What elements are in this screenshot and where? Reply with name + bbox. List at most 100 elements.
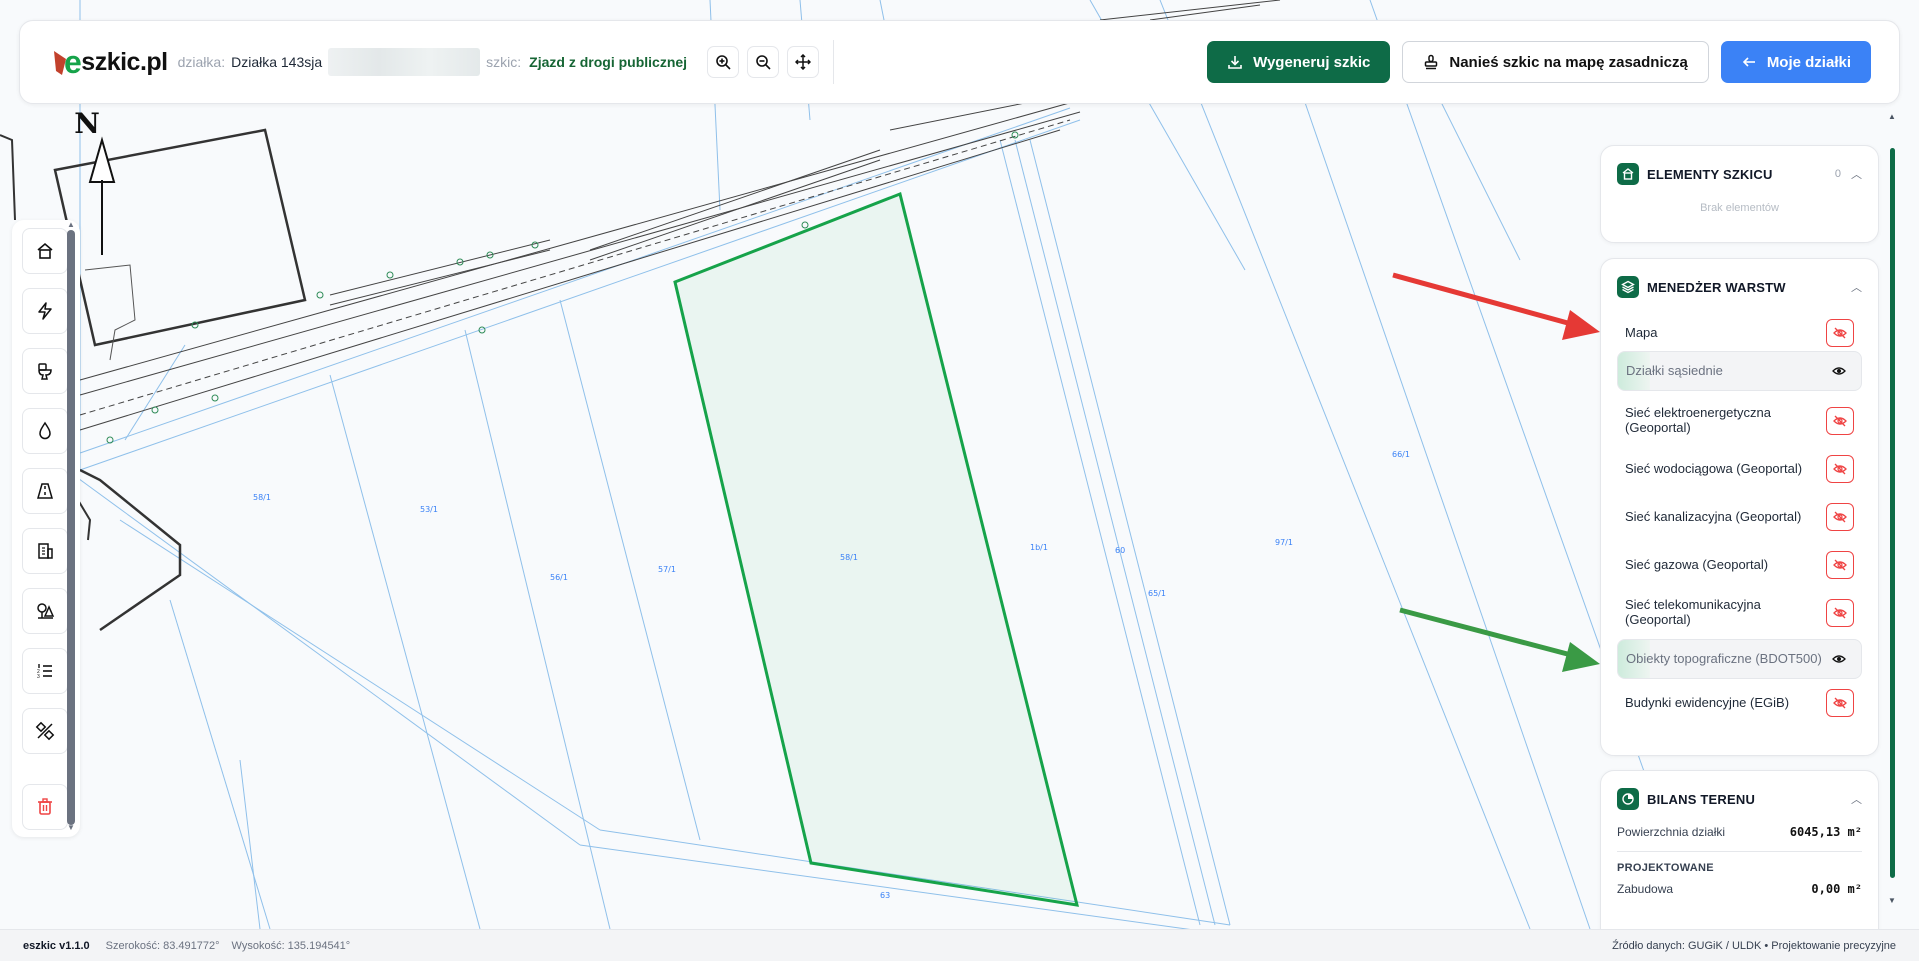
terrain-balance-panel: BILANS TERENU ︿ Powierzchnia działki 604…	[1600, 770, 1879, 950]
parcel-number-label: 65/1	[1148, 589, 1166, 598]
scroll-down-icon[interactable]: ▼	[1888, 896, 1896, 905]
eye-off-icon[interactable]	[1826, 455, 1854, 483]
ruler-pencil-icon	[35, 721, 55, 741]
eye-icon[interactable]	[1825, 357, 1853, 385]
eye-off-icon[interactable]	[1826, 503, 1854, 531]
layer-name: Działki sąsiednie	[1626, 362, 1723, 378]
scroll-down-icon[interactable]: ▼	[67, 823, 75, 832]
tool-building[interactable]	[22, 528, 68, 574]
eye-off-icon[interactable]	[1826, 319, 1854, 347]
layer-name: Sieć telekomunikacyjna (Geoportal)	[1625, 597, 1761, 627]
pan-button[interactable]	[787, 46, 820, 78]
status-bar: eszkic v1.1.0 Szerokość: 83.491772° Wyso…	[0, 929, 1919, 961]
zoom-out-button[interactable]	[747, 46, 780, 78]
layers-icon	[1617, 276, 1639, 298]
sketch-elements-header[interactable]: ELEMENTY SZKICU 0 ︿	[1601, 146, 1878, 202]
north-label: N	[74, 107, 100, 140]
parcel-value: Działka 143sja	[231, 54, 323, 70]
layer-item[interactable]: Obiekty topograficzne (BDOT500)	[1617, 639, 1862, 679]
logo-prefix: e	[64, 43, 82, 80]
parcel-area-value: 6045,13 m²	[1789, 825, 1862, 839]
move-icon	[795, 54, 812, 70]
layer-item[interactable]: Sieć elektroenergetyczna (Geoportal)	[1617, 395, 1862, 447]
layer-name: Mapa	[1625, 324, 1658, 340]
data-source: Źródło danych: GUGiK / ULDK • Projektowa…	[1612, 939, 1896, 952]
building-icon	[38, 543, 53, 559]
my-parcels-button[interactable]: Moje działki	[1720, 41, 1871, 83]
projected-section-title: PROJEKTOWANE	[1617, 862, 1714, 874]
trees-icon	[37, 603, 55, 619]
svg-text:3: 3	[37, 674, 40, 680]
eye-off-icon[interactable]	[1826, 407, 1854, 435]
layer-item[interactable]: Działki sąsiednie	[1617, 351, 1862, 391]
empty-state: Brak elementów	[1700, 202, 1779, 214]
layer-item[interactable]: Mapa	[1617, 315, 1862, 351]
tool-measure[interactable]	[22, 708, 68, 754]
layer-item[interactable]: Sieć kanalizacyjna (Geoportal)	[1617, 491, 1862, 543]
scroll-up-icon[interactable]: ▲	[1888, 112, 1896, 121]
terrain-balance-title: BILANS TERENU	[1647, 791, 1756, 807]
eye-off-icon[interactable]	[1826, 551, 1854, 579]
tool-home[interactable]	[22, 228, 68, 274]
chevron-up-icon[interactable]: ︿	[1851, 791, 1862, 807]
download-icon	[1228, 56, 1242, 69]
trash-icon	[38, 798, 52, 815]
tool-toilet[interactable]	[22, 348, 68, 394]
sketch-elements-count: 0	[1834, 168, 1841, 180]
built-area-row: Zabudowa 0,00 m²	[1617, 874, 1862, 904]
layer-name: Budynki ewidencyjne (EGiB)	[1625, 694, 1790, 710]
top-bar: e szkic.pl działka: Działka 143sja szkic:…	[19, 20, 1900, 104]
built-area-value: 0,00 m²	[1811, 882, 1862, 896]
tool-water[interactable]	[22, 408, 68, 454]
my-parcels-label: Moje działki	[1766, 53, 1851, 71]
layer-name: Sieć elektroenergetyczna (Geoportal)	[1625, 405, 1771, 435]
parcel-number-label: 53/1	[420, 505, 438, 514]
home-icon	[1617, 163, 1639, 185]
eye-icon[interactable]	[1825, 645, 1853, 673]
zoom-in-icon	[716, 55, 731, 70]
divider	[1617, 851, 1862, 852]
generate-sketch-label: Wygeneruj szkic	[1253, 53, 1371, 71]
numbered-list-icon: 23	[37, 664, 52, 680]
height-readout: Wysokość: 135.194541°	[231, 939, 351, 952]
scroll-up-icon[interactable]: ▲	[67, 220, 75, 229]
layer-item[interactable]: Sieć wodociągowa (Geoportal)	[1617, 447, 1862, 491]
road-icon	[37, 483, 53, 499]
parcel-area-row: Powierzchnia działki 6045,13 m²	[1617, 817, 1862, 847]
zoom-in-button[interactable]	[707, 46, 740, 78]
tool-list[interactable]: 23	[22, 648, 68, 694]
sketch-elements-panel: ELEMENTY SZKICU 0 ︿ Brak elementów	[1600, 145, 1879, 243]
tool-electricity[interactable]	[22, 288, 68, 334]
tool-trees[interactable]	[22, 588, 68, 634]
built-area-label: Zabudowa	[1617, 882, 1674, 896]
eye-off-icon[interactable]	[1826, 689, 1854, 717]
eye-off-icon[interactable]	[1826, 599, 1854, 627]
parcel-number-label: 66/1	[1392, 450, 1410, 459]
generate-sketch-button[interactable]: Wygeneruj szkic	[1207, 41, 1391, 83]
parcel-number-label: 1b/1	[1030, 543, 1048, 552]
tool-road[interactable]	[22, 468, 68, 514]
parcel-label: działka:	[177, 54, 226, 70]
layer-item[interactable]: Budynki ewidencyjne (EGiB)	[1617, 683, 1862, 723]
layer-item[interactable]: Sieć gazowa (Geoportal)	[1617, 543, 1862, 587]
parcel-area-label: Powierzchnia działki	[1617, 825, 1726, 839]
pie-chart-icon	[1617, 788, 1639, 810]
logo[interactable]: e szkic.pl	[52, 44, 168, 81]
layer-manager-panel: MENEDŻER WARSTW ︿ Mapa Działki sąsiednie S…	[1600, 258, 1879, 756]
breadcrumb: działka: Działka 143sja szkic: Zjazd z d…	[178, 48, 687, 76]
chevron-up-icon[interactable]: ︿	[1851, 279, 1862, 295]
right-scrollbar[interactable]	[1890, 148, 1895, 878]
map-controls	[707, 40, 835, 84]
layer-item[interactable]: Sieć telekomunikacyjna (Geoportal)	[1617, 587, 1862, 639]
tool-delete[interactable]	[22, 784, 68, 830]
latitude-readout: Szerokość: 83.491772°	[105, 939, 220, 952]
chevron-up-icon[interactable]: ︿	[1851, 166, 1862, 182]
parcel-number-label: 60	[1115, 546, 1125, 555]
zoom-out-icon	[756, 55, 771, 70]
layer-manager-header[interactable]: MENEDŻER WARSTW ︿	[1601, 259, 1878, 315]
apply-to-base-map-button[interactable]: Nanieś szkic na mapę zasadniczą	[1402, 41, 1709, 83]
sketch-label: szkic:	[486, 54, 522, 70]
left-scrollbar[interactable]	[67, 230, 75, 825]
parcel-number-label: 63	[880, 891, 890, 900]
layer-name: Sieć wodociągowa (Geoportal)	[1625, 460, 1803, 476]
